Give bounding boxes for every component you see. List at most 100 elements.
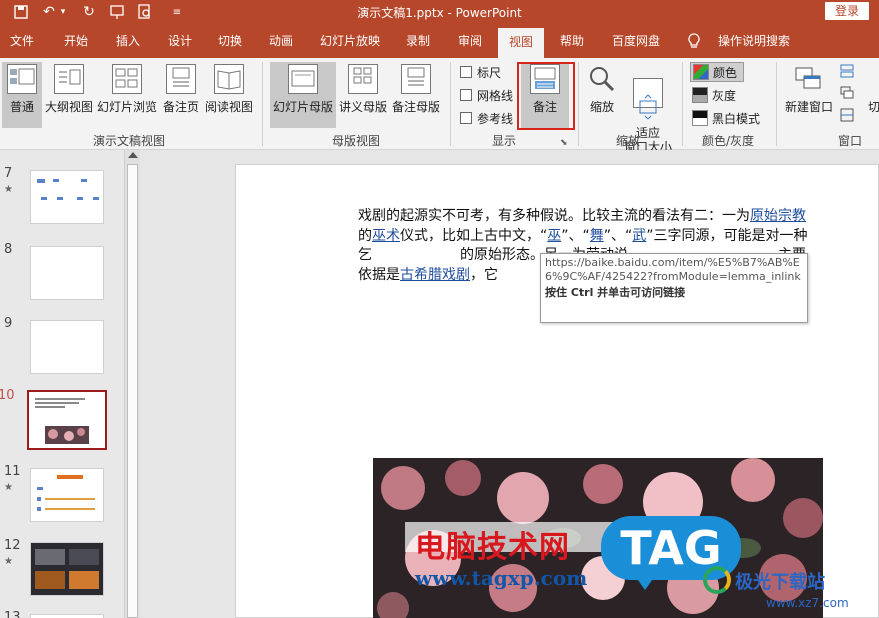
notes-text-run: 戏剧的起源实不可考，有多种假说。比较主流的看法有二：一为 (358, 208, 750, 224)
outline-view-button[interactable]: 大纲视图 (44, 62, 94, 128)
slide-number: 7 (4, 166, 13, 181)
outline-view-icon (54, 64, 84, 94)
dialog-launcher-icon[interactable]: ⬊ (560, 138, 568, 148)
notes-text-run: ”、“ (561, 227, 590, 244)
rose-image[interactable]: 电脑技术网 www.tagxp.com TAG (373, 458, 823, 618)
reading-view-label: 阅读视图 (204, 100, 253, 114)
group-divider (682, 62, 683, 146)
highlight-box (517, 62, 575, 130)
slide-thumbnail-12[interactable] (30, 542, 104, 596)
notes-text-run: ，它 (470, 266, 498, 283)
arrange-all-icon[interactable] (840, 64, 854, 81)
notes-text-run: 仪式，比如上古中文，“ (400, 227, 548, 244)
grayscale-button[interactable]: 灰度 (692, 85, 736, 105)
slide-thumbnail-10-selected[interactable] (27, 390, 107, 450)
ruler-checkbox[interactable]: 标尺 (460, 64, 501, 80)
black-white-label: 黑白模式 (712, 111, 761, 126)
slide-thumbnail-7[interactable] (30, 170, 104, 224)
slide-master-icon (288, 64, 318, 94)
ribbon-tabs: 文件 开始 插入 设计 切换 动画 幻灯片放映 录制 审阅 视图 帮助 百度网盘… (0, 24, 879, 58)
lightbulb-icon[interactable] (684, 24, 704, 58)
new-window-label: 新建窗口 (784, 100, 833, 114)
zoom-label: 缩放 (589, 100, 614, 114)
tooltip-hint: 按住 Ctrl 并单击可访问链接 (545, 286, 686, 299)
notes-page-area: 戏剧的起源实不可考，有多种假说。比较主流的看法有二：一为原始宗教的巫术仪式，比如… (141, 150, 879, 618)
tab-view[interactable]: 视图 (498, 28, 544, 58)
tab-home[interactable]: 开始 (56, 24, 96, 58)
group-label-presentation-views: 演示文稿视图 (92, 134, 165, 148)
tell-me-search[interactable]: 操作说明搜索 (708, 24, 800, 58)
reading-view-button[interactable]: 阅读视图 (204, 62, 254, 128)
group-divider (262, 62, 263, 146)
new-window-button[interactable]: 新建窗口 (782, 62, 836, 128)
scrollbar-thumb[interactable] (127, 164, 138, 618)
slide-thumbnail-9[interactable] (30, 320, 104, 374)
color-button[interactable]: 颜色 (690, 62, 744, 82)
grayscale-label: 灰度 (712, 88, 737, 103)
tab-insert[interactable]: 插入 (108, 24, 148, 58)
group-label-master-views: 母版视图 (331, 134, 380, 148)
black-white-button[interactable]: 黑白模式 (692, 108, 760, 128)
guides-label: 参考线 (477, 111, 514, 126)
handout-master-label: 讲义母版 (338, 100, 387, 114)
thumbnail-scrollbar[interactable] (124, 150, 140, 618)
normal-view-icon (7, 64, 37, 94)
tab-design[interactable]: 设计 (160, 24, 200, 58)
tab-slideshow[interactable]: 幻灯片放映 (314, 24, 386, 58)
slide-thumbnail-11[interactable] (30, 468, 104, 522)
ruler-label: 标尺 (477, 65, 502, 80)
move-split-icon[interactable] (840, 108, 854, 125)
hyperlink-yuanshi-zongjiao[interactable]: 原始宗教 (750, 208, 806, 224)
color-label: 颜色 (713, 65, 738, 80)
group-label-zoom: 缩放 (615, 134, 640, 148)
zoom-button[interactable]: 缩放 (584, 62, 620, 128)
slide-number: 13 (4, 610, 21, 618)
tab-baidu-netdisk[interactable]: 百度网盘 (604, 24, 668, 58)
notes-text-run: 的 (358, 227, 372, 244)
login-button[interactable]: 登录 (825, 2, 869, 20)
cascade-icon[interactable] (840, 86, 854, 103)
hyperlink-gu-xila-xiju[interactable]: 古希腊戏剧 (400, 267, 470, 283)
slide-master-button[interactable]: 幻灯片母版 (270, 62, 336, 128)
reading-view-icon (214, 64, 244, 94)
slide-sorter-button[interactable]: 幻灯片浏览 (96, 62, 158, 128)
handout-master-button[interactable]: 讲义母版 (338, 62, 388, 128)
tab-record[interactable]: 录制 (398, 24, 438, 58)
black-white-swatch-icon (692, 110, 708, 126)
group-label-show: 显示 (491, 134, 516, 148)
animation-star-icon: ★ (4, 556, 13, 567)
slide-thumbnail-13[interactable] (30, 614, 104, 618)
new-window-icon (794, 64, 824, 94)
slide-number: 8 (4, 242, 13, 257)
fit-to-window-icon (633, 78, 663, 120)
tab-file[interactable]: 文件 (0, 24, 44, 58)
notes-master-label: 备注母版 (391, 100, 440, 114)
normal-view-button[interactable]: 普通 (2, 62, 42, 128)
scroll-up-arrow-icon[interactable] (128, 152, 138, 158)
title-bar: ↶ ▾ ↻ ≡ 演示文稿1.pptx - PowerPoint 登录 (0, 0, 879, 24)
slide-master-label: 幻灯片母版 (272, 100, 333, 114)
group-label-color: 颜色/灰度 (701, 134, 755, 148)
guides-checkbox[interactable]: 参考线 (460, 110, 513, 126)
notes-page-button[interactable]: 备注页 (160, 62, 202, 128)
tab-animations[interactable]: 动画 (261, 24, 301, 58)
tab-transitions[interactable]: 切换 (210, 24, 250, 58)
tag-logo-tail (635, 576, 655, 590)
switch-windows-label-cut[interactable]: 切 (868, 98, 879, 115)
hyperlink-wu-shaman[interactable]: 巫 (547, 228, 561, 244)
checkbox-box (460, 112, 472, 124)
hyperlink-wushu[interactable]: 巫术 (372, 228, 400, 244)
tab-help[interactable]: 帮助 (552, 24, 592, 58)
fit-to-window-button[interactable]: 适应 窗口大小 (622, 62, 674, 154)
hyperlink-wu-dance[interactable]: 舞 (590, 228, 604, 244)
tab-review[interactable]: 审阅 (450, 24, 490, 58)
checkbox-box (460, 89, 472, 101)
slide-thumbnail-8[interactable] (30, 246, 104, 300)
notes-page-icon (166, 64, 196, 94)
grayscale-swatch-icon (692, 87, 708, 103)
gridlines-checkbox[interactable]: 网格线 (460, 87, 513, 103)
notes-master-button[interactable]: 备注母版 (390, 62, 442, 128)
group-divider (776, 62, 777, 146)
hyperlink-wu-martial[interactable]: 武 (632, 228, 646, 244)
notes-text-run: ”、“ (603, 227, 633, 244)
